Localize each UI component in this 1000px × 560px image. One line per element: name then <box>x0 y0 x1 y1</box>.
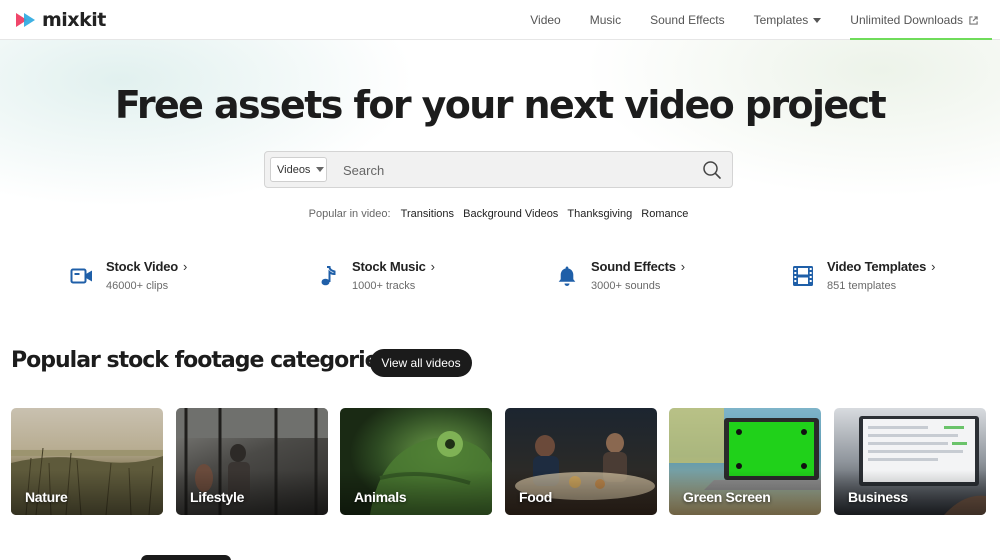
category-label: Animals <box>354 489 407 505</box>
category-card-green-screen[interactable]: Green Screen <box>669 408 821 515</box>
top-navbar: mixkit Video Music Sound Effects Templat… <box>0 0 1000 40</box>
nav-music-label: Music <box>589 13 622 27</box>
stat-title-text: Stock Video <box>106 259 178 274</box>
hero-title: Free assets for your next video project <box>114 83 887 127</box>
nav-video-link[interactable]: Video <box>530 0 560 40</box>
category-card-business[interactable]: Business <box>834 408 986 515</box>
nav-music-link[interactable]: Music <box>590 0 621 40</box>
stat-count: 851 templates <box>827 280 897 292</box>
category-label: Lifestyle <box>190 489 245 505</box>
search-input[interactable] <box>343 158 683 182</box>
sound-effects-link[interactable]: Sound Effects › 3000+ sounds <box>555 258 735 298</box>
music-note-icon <box>321 266 336 286</box>
next-section-button[interactable] <box>141 555 231 560</box>
stock-music-link[interactable]: Stock Music › 1000+ tracks <box>316 258 496 298</box>
category-label: Nature <box>25 489 68 505</box>
stat-title: Stock Music › <box>352 259 435 274</box>
stat-count: 3000+ sounds <box>591 280 661 292</box>
nav-unlimited-downloads-label: Unlimited Downloads <box>850 13 963 27</box>
category-label: Green Screen <box>683 489 771 505</box>
chevron-right-icon: › <box>680 259 685 274</box>
nav-sound-effects-link[interactable]: Sound Effects <box>650 0 725 40</box>
asset-type-select-value: Videos <box>277 163 311 176</box>
category-label: Food <box>519 489 553 505</box>
category-card-food[interactable]: Food <box>505 408 657 515</box>
popular-tag-link[interactable]: Background Videos <box>463 208 558 220</box>
category-label: Business <box>848 489 908 505</box>
film-strip-icon <box>793 266 813 286</box>
popular-label: Popular in video: <box>308 208 391 220</box>
stat-count: 46000+ clips <box>106 280 169 292</box>
view-all-videos-button[interactable]: View all videos <box>370 349 472 377</box>
bell-icon <box>558 266 576 286</box>
nav-unlimited-downloads-link[interactable]: Unlimited Downloads <box>850 0 992 40</box>
stat-title-text: Video Templates <box>827 259 927 274</box>
logo-mark-icon <box>16 13 38 27</box>
category-card-animals[interactable]: Animals <box>340 408 492 515</box>
external-link-icon <box>969 15 978 25</box>
nav-templates-label: Templates <box>753 13 809 27</box>
chevron-down-icon <box>316 167 325 172</box>
search-icon[interactable] <box>702 160 722 180</box>
popular-tag-link[interactable]: Romance <box>641 208 688 220</box>
video-camera-icon <box>70 268 92 284</box>
stat-title: Stock Video › <box>106 259 187 274</box>
asset-type-select[interactable]: Videos <box>270 157 327 182</box>
chevron-right-icon: › <box>182 259 188 274</box>
section-title: Popular stock footage categories <box>11 348 392 373</box>
stat-title-text: Stock Music <box>352 259 426 274</box>
nav-links: Video Music Sound Effects Templates Unli… <box>501 0 992 40</box>
popular-searches: Popular in video: Transitions Background… <box>0 208 1000 220</box>
search-bar: Videos <box>264 151 733 188</box>
mixkit-logo[interactable]: mixkit <box>16 9 106 31</box>
popular-tag-link[interactable]: Transitions <box>401 208 454 220</box>
nav-templates-dropdown[interactable]: Templates <box>754 0 822 40</box>
popular-tag-link[interactable]: Thanksgiving <box>567 208 632 220</box>
video-templates-link[interactable]: Video Templates › 851 templates <box>791 258 981 298</box>
nav-video-label: Video <box>530 13 561 27</box>
nav-sound-effects-label: Sound Effects <box>650 13 725 27</box>
chevron-right-icon: › <box>430 259 435 274</box>
stat-title: Video Templates › <box>827 259 935 274</box>
logo-text: mixkit <box>42 9 106 31</box>
chevron-right-icon: › <box>931 259 936 274</box>
category-card-lifestyle[interactable]: Lifestyle <box>176 408 328 515</box>
stock-video-link[interactable]: Stock Video › 46000+ clips <box>70 258 250 298</box>
category-card-nature[interactable]: Nature <box>11 408 163 515</box>
stat-title-text: Sound Effects <box>591 259 676 274</box>
stat-title: Sound Effects › <box>591 259 685 274</box>
stat-count: 1000+ tracks <box>352 280 416 292</box>
chevron-down-icon <box>813 17 822 23</box>
